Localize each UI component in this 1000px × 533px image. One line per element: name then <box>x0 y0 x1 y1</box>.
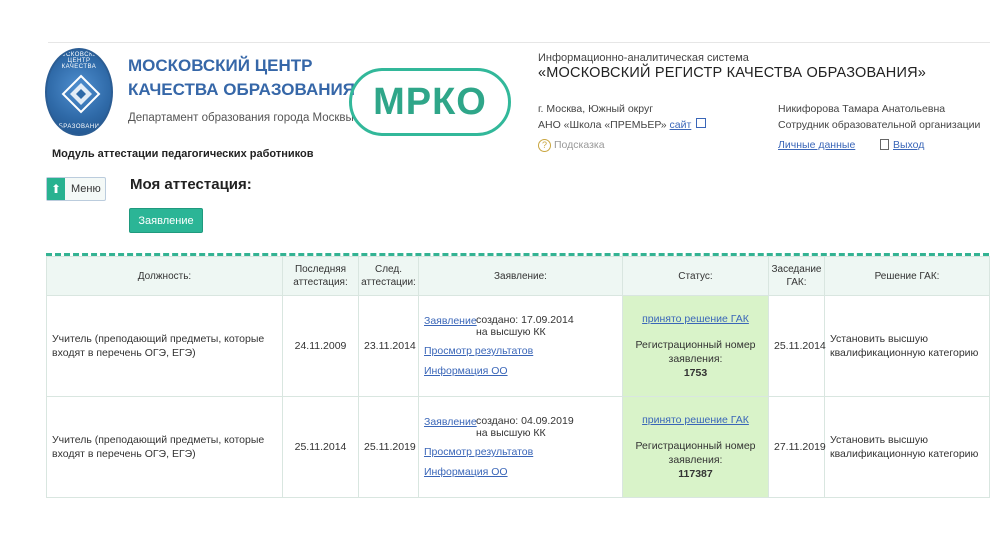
header-application: Заявление: <box>418 256 623 296</box>
org-name: МОСКОВСКИЙ ЦЕНТР КАЧЕСТВА ОБРАЗОВАНИЯ <box>128 54 355 102</box>
cell-next-attestation: 25.11.2019 <box>358 396 419 498</box>
question-icon: ? <box>538 139 551 152</box>
header-last-att-line1: Последняя <box>294 264 347 275</box>
exit-icon <box>880 139 889 150</box>
application-link[interactable]: Заявление <box>424 314 477 338</box>
exit-label[interactable]: Выход <box>893 139 924 151</box>
status-link[interactable]: принято решение ГАК <box>642 414 749 426</box>
info-oo-link[interactable]: Информация ОО <box>424 365 508 377</box>
header-next-att-line2: аттестации: <box>361 277 416 288</box>
header-last-attestation: Последняя аттестация: <box>282 256 359 296</box>
reg-label: Регистрационный номер заявления: <box>635 440 756 466</box>
attestation-table: Должность: Последняя аттестация: След. атт… <box>46 256 990 498</box>
results-link[interactable]: Просмотр результатов <box>424 446 533 458</box>
table-row: Учитель (преподающий предметы, которые в… <box>46 396 990 498</box>
created-date: создано: 04.09.2019 <box>476 415 574 427</box>
cell-application: Заявление создано: 04.09.2019 на высшую К… <box>418 396 623 498</box>
org-department: Департамент образования города Москвы <box>128 112 354 124</box>
hint-link[interactable]: ? Подсказка <box>538 139 605 152</box>
user-info: Никифорова Тамара Анатольевна Сотрудник … <box>778 101 980 133</box>
mcko-logo: МОСКОВСКИЙ ЦЕНТР КАЧЕСТВА ОБРАЗОВАНИЯ <box>45 48 113 136</box>
school-name-row: АНО «Школа «ПРЕМЬЕР» сайт <box>538 117 707 133</box>
table-row: Учитель (преподающий предметы, которые в… <box>46 295 990 397</box>
cell-application: Заявление создано: 17.09.2014 на высшую К… <box>418 295 623 397</box>
org-name-line1: МОСКОВСКИЙ ЦЕНТР <box>128 56 313 75</box>
cell-status: принято решение ГАК Регистрационный номе… <box>622 396 769 498</box>
header-meeting-line1: Заседание <box>771 264 822 275</box>
table-header-row: Должность: Последняя аттестация: След. атт… <box>46 256 990 296</box>
external-link-icon <box>696 118 707 128</box>
created-date: создано: 17.09.2014 <box>476 314 574 326</box>
created-for: на высшую КК <box>476 427 546 439</box>
header-decision: Решение ГАК: <box>824 256 990 296</box>
header-next-attestation: След. аттестации: <box>358 256 419 296</box>
cell-position: Учитель (преподающий предметы, которые в… <box>46 295 283 397</box>
application-created: создано: 04.09.2019 на высшую КК <box>476 415 617 439</box>
cell-decision: Установить высшую квалификационную катег… <box>824 295 990 397</box>
header-divider <box>48 42 990 43</box>
logo-emblem-icon <box>61 74 101 114</box>
exit-link[interactable]: Выход <box>880 139 924 151</box>
application-link[interactable]: Заявление <box>424 415 477 439</box>
created-for: на высшую КК <box>476 326 546 338</box>
menu-label: Меню <box>71 183 101 195</box>
hint-label: Подсказка <box>554 139 605 151</box>
cell-meeting: 27.11.2019 <box>768 396 826 498</box>
org-name-line2: КАЧЕСТВА ОБРАЗОВАНИЯ <box>128 80 355 99</box>
reg-number: 1753 <box>683 367 708 379</box>
cell-meeting: 25.11.2014 <box>768 295 826 397</box>
header-position: Должность: <box>46 256 283 296</box>
personal-data-link[interactable]: Личные данные <box>778 139 855 151</box>
school-info: г. Москва, Южный округ АНО «Школа «ПРЕМЬ… <box>538 101 707 133</box>
user-role: Сотрудник образовательной организации <box>778 119 981 131</box>
header-status: Статус: <box>622 256 769 296</box>
arrow-up-icon: ⬆ <box>47 178 65 200</box>
cell-position: Учитель (преподающий предметы, которые в… <box>46 396 283 498</box>
attestation-table-container: Должность: Последняя аттестация: След. атт… <box>46 253 990 498</box>
mrko-logo: МРКО <box>349 68 511 136</box>
header-next-att-line1: След. <box>374 264 402 275</box>
reg-label: Регистрационный номер заявления: <box>635 339 756 365</box>
page-title: Моя аттестация: <box>130 176 252 193</box>
header-meeting: Заседание ГАК: <box>768 256 825 296</box>
module-title: Модуль аттестации педагогических работни… <box>52 148 314 160</box>
cell-decision: Установить высшую квалификационную катег… <box>824 396 990 498</box>
cell-status: принято решение ГАК Регистрационный номе… <box>622 295 769 397</box>
cell-last-attestation: 24.11.2009 <box>282 295 359 397</box>
header-last-att-line2: аттестация: <box>293 277 348 288</box>
menu-button[interactable]: ⬆ Меню <box>46 177 106 201</box>
cell-last-attestation: 25.11.2014 <box>282 396 359 498</box>
user-name: Никифорова Тамара Анатольевна <box>778 103 946 115</box>
results-link[interactable]: Просмотр результатов <box>424 345 533 357</box>
system-subtitle: Информационно-аналитическая система <box>538 52 749 64</box>
school-site-link[interactable]: сайт <box>670 119 692 131</box>
school-name: АНО «Школа «ПРЕМЬЕР» <box>538 119 667 131</box>
logo-ring-top: МОСКОВСКИЙ ЦЕНТР КАЧЕСТВА <box>55 52 103 70</box>
application-button[interactable]: Заявление <box>129 208 203 233</box>
header-meeting-line2: ГАК: <box>786 277 807 288</box>
cell-next-attestation: 23.11.2014 <box>358 295 419 397</box>
info-oo-link[interactable]: Информация ОО <box>424 466 508 478</box>
logo-ring-bottom: ОБРАЗОВАНИЯ <box>53 124 105 130</box>
school-location: г. Москва, Южный округ <box>538 103 654 115</box>
application-created: создано: 17.09.2014 на высшую КК <box>476 314 617 338</box>
system-title: «МОСКОВСКИЙ РЕГИСТР КАЧЕСТВА ОБРАЗОВАНИЯ… <box>538 65 927 81</box>
status-link[interactable]: принято решение ГАК <box>642 313 749 325</box>
reg-number: 117387 <box>678 468 713 480</box>
